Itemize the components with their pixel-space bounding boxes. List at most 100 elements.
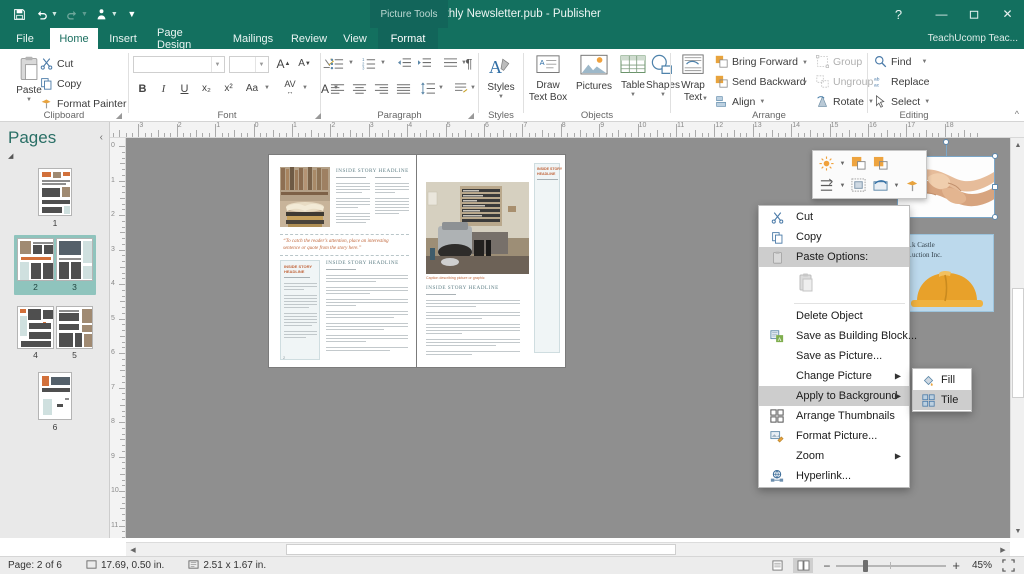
page-thumbnail-1[interactable] <box>38 168 72 216</box>
horizontal-scroll-thumb[interactable] <box>286 544 676 555</box>
send-backward-dropdown-icon[interactable]: ▼ <box>801 77 809 89</box>
bullets-dropdown-icon[interactable]: ▼ <box>347 56 355 70</box>
vertical-scroll-thumb[interactable] <box>1012 288 1024 398</box>
print-preview-icon[interactable] <box>91 3 113 25</box>
save-icon[interactable] <box>8 3 30 25</box>
shapes-dropdown-icon[interactable]: ▼ <box>660 92 666 99</box>
line-spacing-dropdown-icon[interactable]: ▼ <box>437 81 445 95</box>
page-photo-books[interactable] <box>280 167 330 227</box>
bullets-button[interactable] <box>327 54 347 73</box>
page-indicator[interactable]: Page: 2 of 6 <box>8 560 62 571</box>
font-size-dropdown-icon[interactable]: ▼ <box>255 57 267 72</box>
character-spacing-button[interactable]: AV ↔ <box>278 78 302 98</box>
context-menu-item-hyperlink[interactable]: Hyperlink... <box>759 466 909 486</box>
single-page-view-button[interactable] <box>767 558 787 573</box>
context-menu-item-cut[interactable]: Cut <box>759 207 909 227</box>
context-menu-item-copy[interactable]: Copy <box>759 227 909 247</box>
print-dropdown-icon[interactable]: ▼ <box>111 11 118 18</box>
restore-button[interactable] <box>958 0 991 28</box>
tab-review[interactable]: Review <box>285 28 333 49</box>
context-menu-item-zoom[interactable]: Zoom ▶ <box>759 446 909 466</box>
picture-style-icon[interactable] <box>871 176 890 195</box>
page-thumbnail-3[interactable] <box>56 238 93 281</box>
document-page-right[interactable]: Caption describing picture or graphic IN… <box>417 155 565 367</box>
context-menu-item-paste-options[interactable]: Paste Options: <box>759 247 909 267</box>
zoom-slider[interactable] <box>836 559 946 573</box>
pages-scroll-up-icon[interactable]: ◢ <box>8 152 13 160</box>
context-menu-item-format-picture[interactable]: Format Picture... <box>759 426 909 446</box>
horizontal-scrollbar[interactable]: ◀ ▶ <box>126 542 1010 556</box>
mini-formatting-toolbar[interactable]: ▼ ▼ ▼ <box>812 150 927 199</box>
character-spacing-dropdown-icon[interactable]: ▼ <box>301 81 309 95</box>
recolor-dropdown-icon[interactable]: ▼ <box>839 161 846 167</box>
submenu-item-fill[interactable]: Fill <box>913 370 971 390</box>
scroll-up-arrow[interactable]: ▲ <box>1011 138 1024 152</box>
font-name-input[interactable]: ▼ <box>133 56 225 73</box>
format-painter-button[interactable]: Format Painter <box>40 97 126 110</box>
align-center-button[interactable] <box>349 79 369 98</box>
tab-page-design[interactable]: Page Design <box>148 28 221 49</box>
text-wrap-icon[interactable] <box>849 176 868 195</box>
page-thumbnail-2[interactable] <box>17 238 54 281</box>
paragraph-spacing-button[interactable] <box>451 79 471 98</box>
draw-text-box-button[interactable]: A Draw Text Box <box>528 54 568 103</box>
show-formatting-marks-button[interactable]: ¶ <box>461 54 477 73</box>
undo-dropdown-icon[interactable]: ▼ <box>51 11 58 18</box>
select-button[interactable]: Select ▼ <box>874 95 930 108</box>
subscript-button[interactable]: x₂ <box>197 79 216 98</box>
decrease-indent-button[interactable] <box>394 54 414 73</box>
scroll-right-arrow[interactable]: ▶ <box>996 543 1010 557</box>
zoom-in-button[interactable]: + <box>952 558 960 573</box>
page-thumbnail-5[interactable] <box>56 306 93 349</box>
justify-button[interactable] <box>393 79 413 98</box>
fit-to-window-button[interactable] <box>998 558 1018 573</box>
bring-forward-dropdown-icon[interactable]: ▼ <box>801 57 809 69</box>
font-name-dropdown-icon[interactable]: ▼ <box>211 57 223 72</box>
scroll-down-arrow[interactable]: ▼ <box>1011 524 1024 538</box>
collapse-panel-icon[interactable]: ‹ <box>100 132 103 143</box>
table-dropdown-icon[interactable]: ▼ <box>630 92 636 99</box>
zoom-out-button[interactable]: − <box>823 559 830 573</box>
tab-format[interactable]: Format <box>378 28 438 49</box>
submenu-item-tile[interactable]: Tile <box>913 390 971 410</box>
zoom-controls[interactable]: − + 45% <box>767 558 1018 573</box>
align-button[interactable]: Align ▼ <box>715 95 765 108</box>
numbering-dropdown-icon[interactable]: ▼ <box>379 56 387 70</box>
help-icon[interactable]: ? <box>882 0 915 28</box>
format-painter-icon[interactable] <box>903 176 922 195</box>
context-menu-item-change-picture[interactable]: Change Picture ▶ <box>759 366 909 386</box>
fill-color-icon[interactable] <box>849 154 868 173</box>
paragraph-spacing-dropdown-icon[interactable]: ▼ <box>469 81 477 95</box>
page-thumbnail-6[interactable] <box>38 372 72 420</box>
ribbon-tab-strip[interactable]: File Home Insert Page Design Mailings Re… <box>0 28 1024 49</box>
page-thumbnail-4[interactable] <box>17 306 54 349</box>
styles-button[interactable]: A Styles ▼ <box>481 54 521 101</box>
account-name[interactable]: TeachUcomp Teac... <box>928 28 1018 49</box>
tab-home[interactable]: Home <box>50 28 98 49</box>
line-color-icon[interactable] <box>871 154 890 173</box>
find-button[interactable]: Find ▼ <box>874 55 927 68</box>
picture-style-dropdown-icon[interactable]: ▼ <box>893 183 900 189</box>
document-page-left[interactable]: INSIDE STORY HEADLINE <box>269 155 417 367</box>
tab-mailings[interactable]: Mailings <box>225 28 281 49</box>
table-button[interactable]: Table ▼ <box>618 54 648 99</box>
resize-handle-r[interactable] <box>992 184 998 190</box>
text-direction-button[interactable] <box>440 54 460 73</box>
resize-handle-tr[interactable] <box>992 153 998 159</box>
context-menu-paste-gallery[interactable] <box>759 267 909 301</box>
underline-button[interactable]: U <box>175 79 194 98</box>
copy-button[interactable]: Copy <box>40 77 82 90</box>
shrink-font-button[interactable]: A▼ <box>295 54 314 73</box>
horizontal-ruler[interactable]: 43210123456789101112131415161718 <box>110 122 1024 138</box>
quick-access-toolbar[interactable]: ▼ ▼ ▼ ▼ <box>0 3 143 25</box>
context-menu-item-save-as-building-block[interactable]: A Save as Building Block... <box>759 326 909 346</box>
wrap-text-dropdown-icon[interactable]: ▼ <box>701 93 709 105</box>
tab-view[interactable]: View <box>337 28 373 49</box>
context-menu-item-apply-to-background[interactable]: Apply to Background ▶ <box>759 386 909 406</box>
align-left-button[interactable] <box>327 79 347 98</box>
superscript-button[interactable]: x² <box>219 79 238 98</box>
paste-dropdown-icon[interactable]: ▼ <box>26 97 32 104</box>
rotation-handle[interactable] <box>943 139 949 145</box>
grow-font-button[interactable]: A▲ <box>274 54 293 73</box>
collapse-ribbon-icon[interactable]: ^ <box>1015 109 1019 119</box>
